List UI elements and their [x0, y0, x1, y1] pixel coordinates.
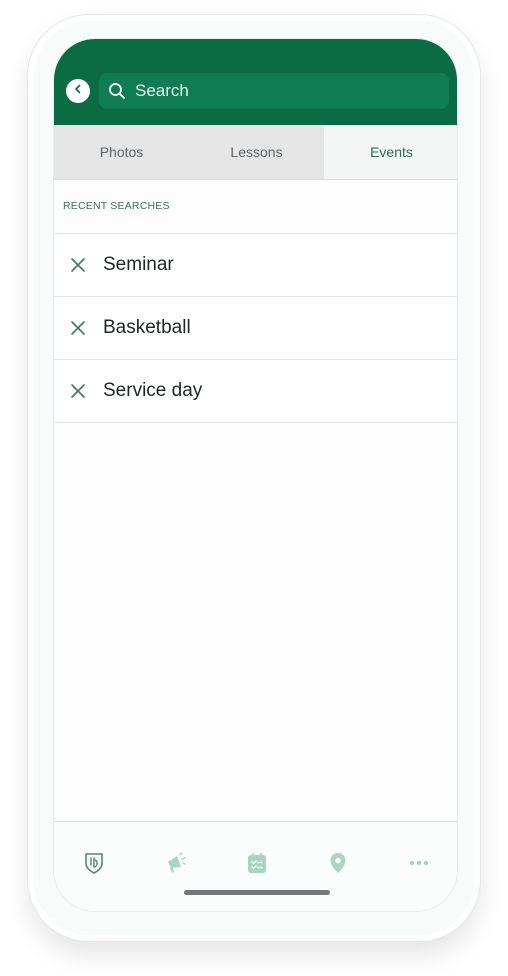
- chevron-left-icon: [72, 82, 84, 100]
- megaphone-icon[interactable]: [164, 852, 186, 874]
- calendar-checklist-icon[interactable]: [246, 852, 268, 874]
- recent-search-label[interactable]: Service day: [103, 380, 202, 402]
- recent-search-label[interactable]: Seminar: [103, 254, 174, 276]
- close-icon: [71, 258, 85, 272]
- back-button[interactable]: [66, 79, 90, 103]
- map-pin-icon[interactable]: [327, 852, 349, 874]
- search-header: [54, 39, 457, 125]
- close-icon: [71, 384, 85, 398]
- bottom-navigation: [54, 821, 457, 911]
- recent-search-label[interactable]: Basketball: [103, 317, 191, 339]
- recent-searches-heading: RECENT SEARCHES: [63, 200, 170, 212]
- list-item[interactable]: Service day: [54, 360, 457, 423]
- tab-lessons[interactable]: Lessons: [189, 125, 324, 179]
- more-dots-icon[interactable]: [408, 852, 430, 874]
- shield-crest-icon[interactable]: [83, 852, 105, 874]
- search-bar[interactable]: [99, 73, 449, 109]
- search-icon: [107, 81, 127, 101]
- app-screen: Photos Lessons Events RECENT SEARCHES Se…: [53, 38, 458, 912]
- tab-photos[interactable]: Photos: [54, 125, 189, 179]
- home-indicator: [184, 890, 330, 895]
- list-item[interactable]: Seminar: [54, 234, 457, 297]
- tab-events[interactable]: Events: [324, 125, 457, 179]
- search-input[interactable]: [135, 81, 425, 101]
- remove-search-button[interactable]: [68, 381, 88, 401]
- remove-search-button[interactable]: [68, 255, 88, 275]
- recent-searches-list: Seminar Basketball Service day: [54, 233, 457, 423]
- close-icon: [71, 321, 85, 335]
- list-item[interactable]: Basketball: [54, 297, 457, 360]
- page: Photos Lessons Events RECENT SEARCHES Se…: [0, 0, 508, 976]
- tab-bar: Photos Lessons Events: [54, 125, 457, 180]
- remove-search-button[interactable]: [68, 318, 88, 338]
